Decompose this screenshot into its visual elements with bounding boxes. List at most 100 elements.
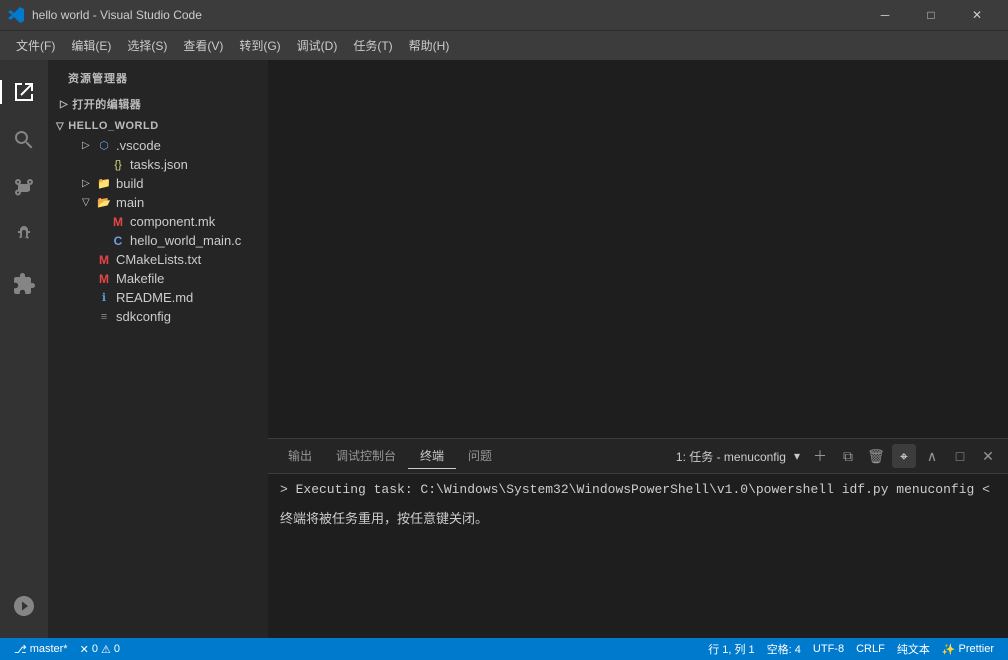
tab-output[interactable]: 输出 bbox=[276, 443, 324, 469]
build-label: build bbox=[116, 176, 143, 191]
eol-text: CRLF bbox=[856, 643, 885, 655]
menu-tasks[interactable]: 任务(T) bbox=[345, 33, 400, 58]
terminal-controls: 1: 任务 - menuconfig ▾ ＋ ⧉ 🗑 ⌖ ∧ □ ✕ bbox=[676, 444, 1000, 468]
vscode-folder-label: .vscode bbox=[116, 138, 161, 153]
menu-file[interactable]: 文件(F) bbox=[8, 33, 63, 58]
status-formatter[interactable]: ✨ Prettier bbox=[936, 641, 1000, 657]
window-controls: ─ □ ✕ bbox=[862, 0, 1000, 30]
terminal-blank-line bbox=[280, 500, 996, 510]
minimize-button[interactable]: ─ bbox=[862, 0, 908, 30]
status-language[interactable]: 纯文本 bbox=[891, 641, 936, 657]
tree-item-cmakelists[interactable]: ▷ M CMakeLists.txt bbox=[48, 250, 268, 269]
terminal-content[interactable]: > Executing task: C:\Windows\System32\Wi… bbox=[268, 474, 1008, 638]
tree-item-readme[interactable]: ▷ ℹ README.md bbox=[48, 288, 268, 307]
activity-search[interactable] bbox=[0, 116, 48, 164]
cmake-icon: M bbox=[96, 253, 112, 267]
editor-area: 输出 调试控制台 终端 问题 1: 任务 - menuconfig ▾ ＋ ⧉ … bbox=[268, 60, 1008, 638]
terminal-restore-button[interactable]: □ bbox=[948, 444, 972, 468]
menu-select[interactable]: 选择(S) bbox=[119, 33, 175, 58]
terminal-trash-button[interactable]: 🗑 bbox=[864, 444, 888, 468]
menu-help[interactable]: 帮助(H) bbox=[401, 33, 458, 58]
terminal-cursor-button: ⌖ bbox=[892, 444, 916, 468]
tree-item-componentmk[interactable]: ▷ M component.mk bbox=[48, 212, 268, 231]
formatter-text: Prettier bbox=[959, 643, 994, 655]
activity-debug[interactable] bbox=[0, 212, 48, 260]
makefile-label: Makefile bbox=[116, 271, 164, 286]
sidebar-header: 资源管理器 bbox=[48, 60, 268, 92]
menu-debug[interactable]: 调试(D) bbox=[289, 33, 346, 58]
sidebar: 资源管理器 ▷ 打开的编辑器 ▽ HELLO_WORLD ▷ ⬡ .vscode… bbox=[48, 60, 268, 638]
cmakelists-label: CMakeLists.txt bbox=[116, 252, 201, 267]
activity-bar bbox=[0, 60, 48, 638]
menu-goto[interactable]: 转到(G) bbox=[231, 33, 288, 58]
folder-arrow-vscode: ▷ bbox=[82, 140, 94, 151]
status-encoding[interactable]: UTF-8 bbox=[807, 641, 850, 657]
window-title: hello world - Visual Studio Code bbox=[32, 8, 862, 22]
componentmk-label: component.mk bbox=[130, 214, 215, 229]
terminal-maximize-button[interactable]: ∧ bbox=[920, 444, 944, 468]
warning-icon: ⚠ bbox=[101, 643, 111, 656]
status-ln-col[interactable]: 行 1, 列 1 bbox=[702, 641, 760, 657]
title-bar: hello world - Visual Studio Code ─ □ ✕ bbox=[0, 0, 1008, 30]
activity-source-control[interactable] bbox=[0, 164, 48, 212]
build-folder-icon: 📁 bbox=[96, 177, 112, 190]
json-icon: {} bbox=[110, 159, 126, 171]
readme-label: README.md bbox=[116, 290, 193, 305]
menu-edit[interactable]: 编辑(E) bbox=[63, 33, 119, 58]
main-folder-icon: 📂 bbox=[96, 196, 112, 209]
spaces-text: 空格: 4 bbox=[767, 641, 801, 657]
open-editors-section[interactable]: ▷ 打开的编辑器 bbox=[48, 92, 268, 116]
terminal-dropdown-icon: ▾ bbox=[794, 449, 800, 463]
terminal-closing-note: 终端将被任务重用，按任意键关闭。 bbox=[280, 510, 996, 530]
tree-item-build[interactable]: ▷ 📁 build bbox=[48, 174, 268, 193]
activity-remote[interactable] bbox=[0, 582, 48, 630]
tree-item-makefile[interactable]: ▷ M Makefile bbox=[48, 269, 268, 288]
status-branch[interactable]: ⎇ master* bbox=[8, 643, 74, 656]
error-icon: ✕ bbox=[80, 643, 89, 656]
menu-bar: 文件(F) 编辑(E) 选择(S) 查看(V) 转到(G) 调试(D) 任务(T… bbox=[0, 30, 1008, 60]
main-label: main bbox=[116, 195, 144, 210]
branch-icon: ⎇ bbox=[14, 643, 27, 656]
terminal-command-line: > Executing task: C:\Windows\System32\Wi… bbox=[280, 480, 996, 500]
project-section[interactable]: ▽ HELLO_WORLD bbox=[48, 116, 268, 136]
language-text: 纯文本 bbox=[897, 641, 930, 657]
error-count: 0 bbox=[92, 643, 98, 655]
terminal-split-button[interactable]: ⧉ bbox=[836, 444, 860, 468]
branch-name: master* bbox=[30, 643, 68, 655]
folder-arrow-main: ▽ bbox=[82, 197, 94, 208]
tree-item-main[interactable]: ▽ 📂 main bbox=[48, 193, 268, 212]
tab-debug-console[interactable]: 调试控制台 bbox=[324, 443, 408, 469]
makefile-icon: M bbox=[96, 272, 112, 286]
status-errors[interactable]: ✕ 0 ⚠ 0 bbox=[74, 643, 126, 656]
tree-item-hellomain[interactable]: ▷ C hello_world_main.c bbox=[48, 231, 268, 250]
editor-content bbox=[268, 60, 1008, 438]
terminal-add-button[interactable]: ＋ bbox=[808, 444, 832, 468]
terminal-panel: 输出 调试控制台 终端 问题 1: 任务 - menuconfig ▾ ＋ ⧉ … bbox=[268, 438, 1008, 638]
activity-extensions[interactable] bbox=[0, 260, 48, 308]
tree-item-vscode[interactable]: ▷ ⬡ .vscode bbox=[48, 136, 268, 155]
hellomain-label: hello_world_main.c bbox=[130, 233, 241, 248]
tab-problems[interactable]: 问题 bbox=[456, 443, 504, 469]
tab-terminal[interactable]: 终端 bbox=[408, 443, 456, 469]
tasksjson-label: tasks.json bbox=[130, 157, 188, 172]
maximize-button[interactable]: □ bbox=[908, 0, 954, 30]
status-eol[interactable]: CRLF bbox=[850, 641, 891, 657]
open-editors-label: 打开的编辑器 bbox=[72, 96, 141, 112]
terminal-close-button[interactable]: ✕ bbox=[976, 444, 1000, 468]
activity-explorer[interactable] bbox=[0, 68, 48, 116]
tree-item-sdkconfig[interactable]: ▷ ≡ sdkconfig bbox=[48, 307, 268, 326]
status-spaces[interactable]: 空格: 4 bbox=[761, 641, 807, 657]
terminal-task-title: 1: 任务 - menuconfig bbox=[676, 448, 786, 465]
encoding-text: UTF-8 bbox=[813, 643, 844, 655]
menu-view[interactable]: 查看(V) bbox=[175, 33, 231, 58]
app-icon bbox=[8, 7, 24, 23]
readme-icon: ℹ bbox=[96, 291, 112, 304]
collapse-arrow-editors: ▷ bbox=[60, 99, 68, 110]
c-icon: C bbox=[110, 234, 126, 248]
terminal-tabs: 输出 调试控制台 终端 问题 1: 任务 - menuconfig ▾ ＋ ⧉ … bbox=[268, 439, 1008, 474]
main-layout: 资源管理器 ▷ 打开的编辑器 ▽ HELLO_WORLD ▷ ⬡ .vscode… bbox=[0, 60, 1008, 638]
status-right: 行 1, 列 1 空格: 4 UTF-8 CRLF 纯文本 ✨ Prettier bbox=[702, 641, 1000, 657]
tree-item-tasksjson[interactable]: ▷ {} tasks.json bbox=[48, 155, 268, 174]
close-button[interactable]: ✕ bbox=[954, 0, 1000, 30]
warning-count: 0 bbox=[114, 643, 120, 655]
